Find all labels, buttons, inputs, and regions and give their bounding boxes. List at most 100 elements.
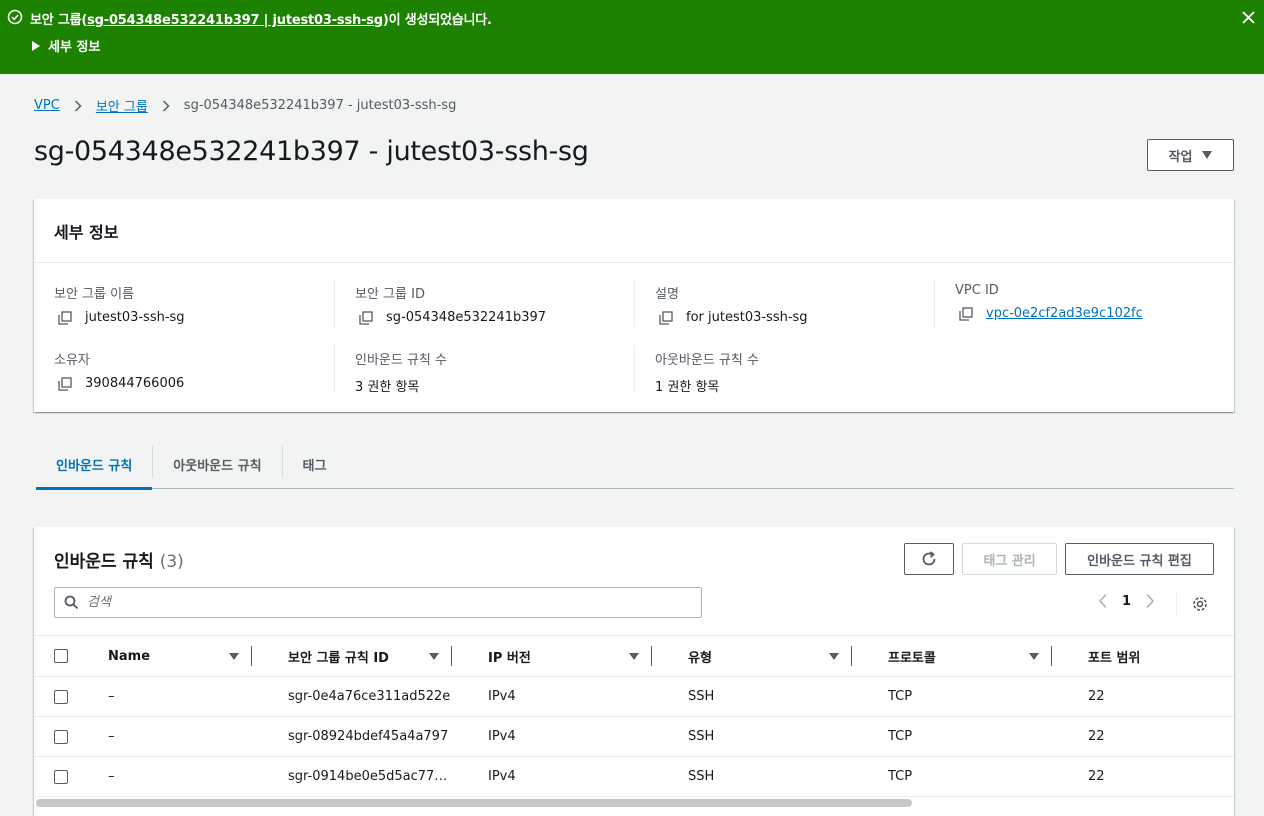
breadcrumb: VPC 보안 그룹 sg-054348e532241b397 - jutest0…	[34, 96, 456, 115]
field-vpc-id: VPC ID vpc-0e2cf2ad3e9c102fc	[955, 283, 1143, 321]
cell-name: –	[108, 769, 115, 784]
flash-security-group-link[interactable]: sg-054348e532241b397 | jutest03-ssh-sg	[87, 13, 383, 28]
cell-name: –	[108, 729, 115, 744]
cell-port-range: 22	[1088, 769, 1105, 784]
rules-table: Name 보안 그룹 규칙 ID IP 버전 유형 프로토콜 포트 범위 – s…	[34, 635, 1234, 797]
sort-caret-icon	[629, 652, 639, 660]
col-header-name[interactable]: Name	[88, 636, 268, 677]
chevron-left-icon[interactable]	[1098, 593, 1108, 609]
field-inbound-count: 인바운드 규칙 수 3 권한 항목	[355, 349, 447, 395]
copy-icon[interactable]	[659, 310, 673, 325]
search-input[interactable]	[87, 595, 667, 610]
actions-dropdown-button[interactable]: 작업	[1147, 139, 1234, 171]
col-header-type[interactable]: 유형	[668, 636, 868, 677]
cell-protocol: TCP	[888, 729, 913, 744]
cell-rule-id: sgr-0e4a76ce311ad522e	[288, 689, 451, 704]
breadcrumb-security-groups[interactable]: 보안 그룹	[96, 96, 148, 115]
field-owner: 소유자 390844766006	[54, 349, 184, 391]
success-check-icon	[7, 9, 23, 25]
flash-message-suffix: )이 생성되었습니다.	[382, 13, 492, 28]
column-resizer[interactable]	[251, 646, 252, 666]
page-number[interactable]: 1	[1122, 594, 1131, 609]
cell-type: SSH	[688, 729, 715, 744]
column-resizer[interactable]	[451, 646, 452, 666]
table-row[interactable]: – sgr-0914be0e5d5ac77… IPv4 SSH TCP 22	[34, 757, 1234, 797]
copy-icon[interactable]	[58, 310, 72, 325]
cell-type: SSH	[688, 769, 715, 784]
row-checkbox[interactable]	[54, 689, 68, 704]
col-header-label: IP 버전	[488, 650, 531, 666]
rules-count: (3)	[159, 552, 184, 572]
details-panel: 세부 정보 보안 그룹 이름 jutest03-ssh-sg 보안 그룹 ID …	[34, 199, 1234, 412]
column-resizer[interactable]	[1051, 646, 1052, 666]
horizontal-scrollbar[interactable]	[36, 799, 912, 807]
breadcrumb-vpc[interactable]: VPC	[34, 98, 60, 113]
edit-inbound-rules-button[interactable]: 인바운드 규칙 편집	[1065, 543, 1214, 575]
tab-bar: 인바운드 규칙 아웃바운드 규칙 태그	[36, 440, 1234, 490]
inbound-rules-panel: 인바운드 규칙 (3) 태그 관리 인바운드 규칙 편집 1 Name 보안 그…	[34, 527, 1234, 816]
col-header-ip-version[interactable]: IP 버전	[468, 636, 668, 677]
flash-message-prefix: 보안 그룹(	[30, 13, 88, 28]
col-header-rule-id[interactable]: 보안 그룹 규칙 ID	[268, 636, 468, 677]
col-header-label: 포트 범위	[1088, 650, 1141, 666]
vpc-id-link[interactable]: vpc-0e2cf2ad3e9c102fc	[986, 306, 1143, 321]
col-header-label: 보안 그룹 규칙 ID	[288, 650, 389, 666]
cell-type: SSH	[688, 689, 715, 704]
close-icon[interactable]	[1240, 9, 1257, 26]
cell-ip-version: IPv4	[488, 769, 516, 784]
col-header-protocol[interactable]: 프로토콜	[868, 636, 1068, 677]
field-value: 3 권한 항목	[355, 380, 420, 395]
search-icon	[64, 595, 79, 610]
field-outbound-count: 아웃바운드 규칙 수 1 권한 항목	[655, 349, 759, 395]
field-label: 보안 그룹 ID	[355, 287, 425, 302]
copy-icon[interactable]	[58, 376, 72, 391]
select-all-checkbox[interactable]	[54, 649, 68, 663]
field-value: 390844766006	[85, 376, 185, 391]
chevron-right-icon	[162, 99, 170, 112]
tab-outbound-rules[interactable]: 아웃바운드 규칙	[153, 440, 281, 488]
breadcrumb-current: sg-054348e532241b397 - jutest03-ssh-sg	[183, 98, 457, 113]
column-divider	[334, 345, 335, 393]
table-row[interactable]: – sgr-0e4a76ce311ad522e IPv4 SSH TCP 22	[34, 677, 1234, 717]
col-header-label: 유형	[688, 650, 712, 666]
details-heading: 세부 정보	[34, 199, 1234, 263]
column-divider	[634, 279, 635, 327]
cell-ip-version: IPv4	[488, 729, 516, 744]
manage-tags-button[interactable]: 태그 관리	[962, 543, 1057, 575]
refresh-button[interactable]	[904, 543, 954, 575]
row-checkbox[interactable]	[54, 769, 68, 784]
column-divider	[934, 279, 935, 327]
field-description: 설명 for jutest03-ssh-sg	[655, 283, 808, 325]
column-divider	[634, 345, 635, 393]
cell-name: –	[108, 689, 115, 704]
pager-divider	[1176, 591, 1177, 615]
column-resizer[interactable]	[651, 646, 652, 666]
cell-ip-version: IPv4	[488, 689, 516, 704]
field-label: 보안 그룹 이름	[54, 287, 135, 302]
copy-icon[interactable]	[959, 306, 973, 321]
flash-details-toggle[interactable]: 세부 정보	[32, 36, 100, 55]
col-header-label: 프로토콜	[888, 650, 936, 666]
copy-icon[interactable]	[359, 310, 373, 325]
page-title: sg-054348e532241b397 - jutest03-ssh-sg	[34, 136, 589, 167]
field-label: VPC ID	[955, 283, 999, 298]
field-label: 인바운드 규칙 수	[355, 353, 447, 368]
rules-title-text: 인바운드 규칙	[54, 552, 154, 572]
col-header-port-range[interactable]: 포트 범위	[1068, 636, 1234, 677]
gear-icon[interactable]	[1191, 595, 1209, 613]
cell-rule-id: sgr-0914be0e5d5ac77…	[288, 769, 448, 784]
tab-inbound-rules[interactable]: 인바운드 규칙	[36, 440, 153, 490]
field-sg-name: 보안 그룹 이름 jutest03-ssh-sg	[54, 283, 185, 325]
search-field[interactable]	[54, 587, 702, 618]
row-checkbox[interactable]	[54, 729, 68, 744]
cell-port-range: 22	[1088, 689, 1105, 704]
field-value: for jutest03-ssh-sg	[686, 310, 808, 325]
flash-details-label: 세부 정보	[48, 40, 101, 55]
tab-tags[interactable]: 태그	[283, 440, 347, 488]
chevron-right-icon[interactable]	[1145, 593, 1155, 609]
sort-caret-icon	[429, 652, 439, 660]
column-resizer[interactable]	[851, 646, 852, 666]
table-header-row: Name 보안 그룹 규칙 ID IP 버전 유형 프로토콜 포트 범위	[34, 635, 1234, 677]
table-row[interactable]: – sgr-08924bdef45a4a797 IPv4 SSH TCP 22	[34, 717, 1234, 757]
field-label: 아웃바운드 규칙 수	[655, 353, 759, 368]
